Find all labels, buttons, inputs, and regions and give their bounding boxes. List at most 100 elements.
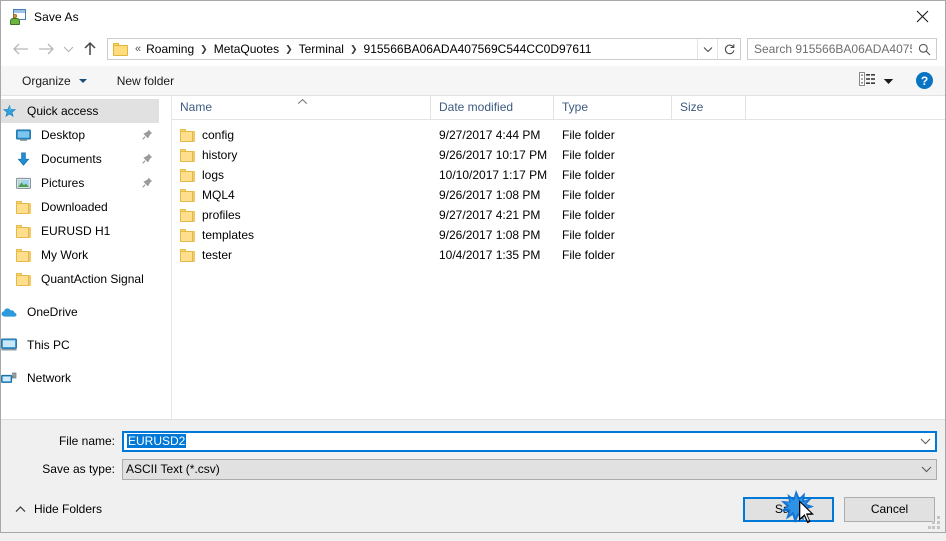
file-form: File name: EURUSD2 Save as type: ASCII T…: [1, 419, 945, 486]
file-date-cell: 10/4/2017 1:35 PM: [431, 248, 554, 262]
file-type-cell: File folder: [554, 248, 672, 262]
save-as-type-chevron-down-icon[interactable]: [916, 466, 936, 473]
file-name-text: MQL4: [195, 188, 235, 202]
file-date-cell: 9/26/2017 1:08 PM: [431, 188, 554, 202]
folder-icon: [180, 249, 195, 262]
table-row[interactable]: config9/27/2017 4:44 PMFile folder: [172, 125, 945, 145]
file-type-cell: File folder: [554, 128, 672, 142]
pictures-icon: [15, 175, 31, 191]
table-row[interactable]: templates9/26/2017 1:08 PMFile folder: [172, 225, 945, 245]
file-name-cell: logs: [172, 168, 431, 182]
file-list-pane: Name Date modified Type Size config9/27/…: [171, 96, 945, 419]
organize-button[interactable]: Organize: [15, 71, 94, 91]
pin-icon[interactable]: [142, 129, 153, 140]
window-title: Save As: [34, 10, 79, 24]
documents-download-icon: [15, 151, 31, 167]
file-name-cell: tester: [172, 248, 431, 262]
help-icon[interactable]: ?: [916, 72, 933, 89]
sidebar-item-quantaction-signal[interactable]: QuantAction Signal: [1, 267, 171, 291]
save-as-type-select[interactable]: ASCII Text (*.csv): [122, 459, 937, 480]
column-header-date-modified[interactable]: Date modified: [431, 96, 554, 119]
command-bar: Organize New folder ?: [1, 66, 945, 96]
save-label: Save: [775, 502, 802, 516]
file-name-value: EURUSD2: [127, 434, 186, 448]
table-row[interactable]: tester 10/4/2017 1:35 PMFile folder: [172, 245, 945, 265]
table-row[interactable]: profiles9/27/2017 4:21 PMFile folder: [172, 205, 945, 225]
dialog-body: Quick access Desktop: [1, 96, 945, 419]
file-date-cell: 9/26/2017 1:08 PM: [431, 228, 554, 242]
sidebar-item-label: My Work: [37, 248, 88, 262]
up-one-level-icon[interactable]: [77, 36, 103, 62]
search-box[interactable]: Search 915566BA06ADA40756...: [747, 38, 937, 60]
sidebar-item-onedrive[interactable]: OneDrive: [1, 300, 171, 324]
sidebar-item-desktop[interactable]: Desktop: [1, 123, 171, 147]
table-row[interactable]: logs10/10/2017 1:17 PMFile folder: [172, 165, 945, 185]
file-name-label: File name:: [1, 434, 122, 448]
file-list-header: Name Date modified Type Size: [172, 96, 945, 120]
table-row[interactable]: history9/26/2017 10:17 PMFile folder: [172, 145, 945, 165]
save-as-type-value: ASCII Text (*.csv): [123, 462, 916, 476]
file-name-chevron-down-icon[interactable]: [915, 438, 935, 445]
file-type-cell: File folder: [554, 208, 672, 222]
breadcrumb-chevron-icon[interactable]: ❯: [345, 44, 363, 55]
refresh-icon[interactable]: [717, 39, 740, 59]
breadcrumb-overflow[interactable]: «: [131, 44, 145, 55]
back-icon[interactable]: [7, 36, 33, 62]
breadcrumb-chevron-icon[interactable]: ❯: [280, 44, 298, 55]
new-folder-button[interactable]: New folder: [110, 71, 181, 91]
onedrive-cloud-icon: [1, 304, 17, 320]
breadcrumb-item-1[interactable]: MetaQuotes: [213, 40, 280, 58]
breadcrumb[interactable]: « Roaming ❯ MetaQuotes ❯ Terminal ❯ 9155…: [108, 39, 697, 59]
sidebar-item-pictures[interactable]: Pictures: [1, 171, 171, 195]
file-date-cell: 10/10/2017 1:17 PM: [431, 168, 554, 182]
forward-icon[interactable]: [33, 36, 59, 62]
search-icon[interactable]: [912, 43, 936, 56]
folder-icon: [180, 149, 195, 162]
file-name-cell: templates: [172, 228, 431, 242]
breadcrumb-chevron-icon[interactable]: ❯: [195, 44, 213, 55]
breadcrumb-item-3[interactable]: 915566BA06ADA407569C544CC0D97611: [363, 40, 593, 58]
sidebar-item-quick-access[interactable]: Quick access: [1, 99, 159, 123]
network-icon: [1, 370, 17, 386]
sidebar-item-network[interactable]: Network: [1, 366, 171, 390]
sidebar-item-my-work[interactable]: My Work: [1, 243, 171, 267]
pin-icon[interactable]: [142, 153, 153, 164]
breadcrumb-item-0[interactable]: Roaming: [145, 40, 195, 58]
sidebar-item-this-pc[interactable]: This PC: [1, 333, 171, 357]
navigation-pane: Quick access Desktop: [1, 96, 171, 419]
file-name-cell: history: [172, 148, 431, 162]
change-view-button[interactable]: [855, 70, 898, 91]
search-input[interactable]: Search 915566BA06ADA40756...: [748, 42, 912, 56]
hide-folders-button[interactable]: Hide Folders: [9, 502, 102, 516]
breadcrumb-item-2[interactable]: Terminal: [298, 40, 345, 58]
save-button[interactable]: Save: [743, 497, 834, 522]
file-name-cell: profiles: [172, 208, 431, 222]
file-name-text: history: [195, 148, 237, 162]
file-date-cell: 9/27/2017 4:44 PM: [431, 128, 554, 142]
file-name-row: File name: EURUSD2: [1, 430, 945, 452]
sidebar-item-label: Network: [23, 371, 71, 385]
pin-icon[interactable]: [142, 177, 153, 188]
sidebar-item-downloaded[interactable]: Downloaded: [1, 195, 171, 219]
address-chevron-down-icon[interactable]: [697, 39, 717, 59]
sidebar-item-label: Downloaded: [37, 200, 108, 214]
address-bar[interactable]: « Roaming ❯ MetaQuotes ❯ Terminal ❯ 9155…: [107, 38, 741, 60]
close-icon[interactable]: [899, 1, 945, 32]
column-header-type[interactable]: Type: [554, 96, 672, 119]
cancel-button[interactable]: Cancel: [844, 497, 935, 522]
file-name-cell: MQL4: [172, 188, 431, 202]
sidebar-item-documents[interactable]: Documents: [1, 147, 171, 171]
file-name-text: logs: [195, 168, 224, 182]
resize-grip[interactable]: [928, 516, 941, 529]
file-name-input[interactable]: EURUSD2: [122, 431, 937, 452]
table-row[interactable]: MQL49/26/2017 1:08 PMFile folder: [172, 185, 945, 205]
organize-label: Organize: [22, 74, 71, 88]
hide-folders-label: Hide Folders: [34, 502, 102, 516]
sidebar-item-label: Desktop: [37, 128, 85, 142]
column-header-size[interactable]: Size: [672, 96, 746, 119]
save-as-type-row: Save as type: ASCII Text (*.csv): [1, 458, 945, 480]
sidebar-item-eurusd-h1[interactable]: EURUSD H1: [1, 219, 171, 243]
view-chevron-down-icon[interactable]: [883, 74, 894, 88]
file-name-text: tester: [195, 248, 232, 262]
recent-locations-chevron-down-icon[interactable]: [59, 36, 77, 62]
